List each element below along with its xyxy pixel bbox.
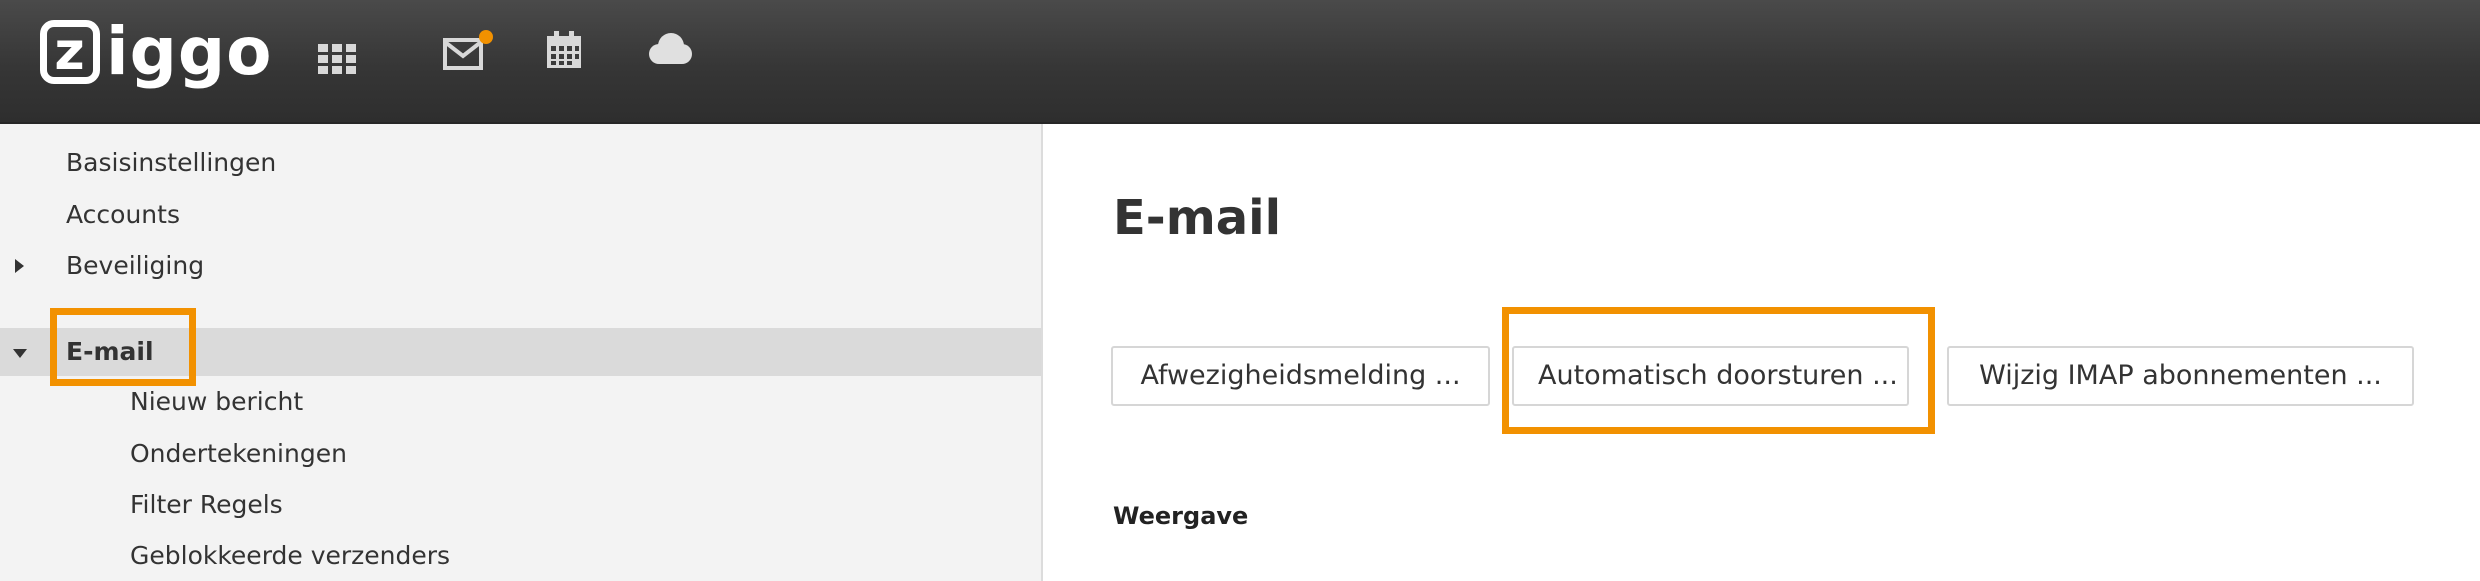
calendar-icon[interactable]	[545, 30, 583, 70]
change-imap-subscriptions-button[interactable]: Wijzig IMAP abonnementen ...	[1947, 346, 2414, 406]
sidebar-item-email[interactable]: E-mail	[0, 328, 1041, 376]
sidebar-item-basisinstellingen[interactable]: Basisinstellingen	[0, 139, 1041, 187]
settings-sidebar: Basisinstellingen Accounts Beveiliging E…	[0, 124, 1043, 581]
sidebar-item-label: Accounts	[66, 200, 180, 229]
expand-arrow-icon[interactable]	[15, 259, 24, 273]
sidebar-item-label: E-mail	[66, 337, 154, 366]
ziggo-logo[interactable]: z iggo	[40, 16, 272, 88]
sidebar-item-label: Filter Regels	[130, 490, 283, 519]
sidebar-item-ondertekeningen[interactable]: Ondertekeningen	[0, 430, 1041, 478]
sidebar-item-label: Basisinstellingen	[66, 148, 277, 177]
logo-z-mark: z	[40, 20, 100, 84]
sidebar-item-label: Ondertekeningen	[130, 439, 347, 468]
sidebar-item-geblokkeerde-verzenders[interactable]: Geblokkeerde verzenders	[0, 532, 1041, 580]
auto-forward-button[interactable]: Automatisch doorsturen ...	[1512, 346, 1909, 406]
mail-icon[interactable]	[442, 28, 496, 74]
cloud-icon[interactable]	[645, 32, 693, 66]
sidebar-item-beveiliging[interactable]: Beveiliging	[0, 242, 1041, 290]
sidebar-item-label: Nieuw bericht	[130, 387, 304, 416]
section-heading-weergave: Weergave	[1113, 502, 1249, 530]
apps-grid-icon[interactable]	[318, 40, 358, 76]
sidebar-item-nieuw-bericht[interactable]: Nieuw bericht	[0, 378, 1041, 426]
collapse-arrow-icon[interactable]	[13, 349, 27, 358]
logo-wordmark: iggo	[106, 13, 273, 90]
top-bar: z iggo	[0, 0, 2480, 124]
page-title: E-mail	[1113, 190, 1282, 246]
out-of-office-button[interactable]: Afwezigheidsmelding ...	[1111, 346, 1490, 406]
sidebar-item-filter-regels[interactable]: Filter Regels	[0, 481, 1041, 529]
sidebar-item-accounts[interactable]: Accounts	[0, 191, 1041, 239]
sidebar-item-label: Beveiliging	[66, 251, 205, 280]
mail-notification-badge	[479, 30, 493, 44]
sidebar-item-label: Geblokkeerde verzenders	[130, 541, 451, 570]
